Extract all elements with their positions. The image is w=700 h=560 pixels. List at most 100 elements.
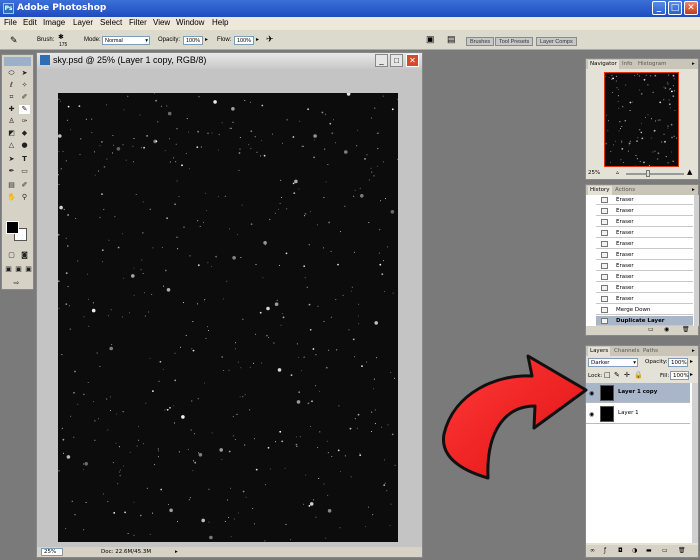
zoom-icon[interactable]: ⚲: [19, 193, 30, 202]
zoom-out-icon[interactable]: ▵: [616, 169, 619, 176]
close-icon[interactable]: ✕: [684, 1, 698, 15]
new-document-icon[interactable]: ▭: [648, 326, 654, 333]
starry-sky-image[interactable]: [58, 93, 398, 542]
layer-row-selected[interactable]: ◉ Layer 1 copy: [586, 383, 690, 403]
status-arrow-icon[interactable]: ▸: [175, 547, 178, 557]
well-layer-comps[interactable]: Layer Comps: [536, 37, 577, 46]
history-item-selected[interactable]: Duplicate Layer: [596, 316, 693, 326]
tab-histogram[interactable]: Histogram: [636, 60, 669, 69]
navigator-thumbnail[interactable]: [604, 72, 679, 167]
tab-channels[interactable]: Channels: [612, 347, 641, 356]
fill-arrow-icon[interactable]: ▸: [690, 371, 693, 378]
eyedropper-icon[interactable]: ✐: [19, 181, 30, 190]
history-item[interactable]: Eraser: [596, 206, 693, 216]
history-item[interactable]: Eraser: [596, 195, 693, 205]
screen-mode-full-icon[interactable]: ▣: [23, 265, 34, 274]
layers-scrollbar[interactable]: [692, 383, 698, 543]
brush-preview-icon[interactable]: ✱: [58, 33, 64, 41]
clone-stamp-icon[interactable]: ♙: [6, 117, 17, 126]
zoom-in-icon[interactable]: ▲: [687, 168, 692, 176]
lock-all-icon[interactable]: 🔒: [634, 371, 643, 379]
doc-maximize-icon[interactable]: □: [390, 54, 403, 67]
minimize-icon[interactable]: _: [652, 1, 666, 15]
jump-to-imageready-icon[interactable]: ⇨: [11, 279, 22, 288]
hand-icon[interactable]: ✋: [6, 193, 17, 202]
doc-close-icon[interactable]: ✕: [406, 54, 419, 67]
opacity-arrow-icon[interactable]: ▸: [205, 36, 208, 43]
layers-opacity-arrow-icon[interactable]: ▸: [690, 358, 693, 365]
layers-opacity-input[interactable]: 100%: [668, 358, 688, 367]
palette-icon[interactable]: ▤: [447, 34, 456, 45]
history-item[interactable]: Eraser: [596, 239, 693, 249]
foreground-color-swatch-top[interactable]: [6, 221, 19, 234]
layer-mask-icon[interactable]: ◘: [618, 547, 623, 554]
type-icon[interactable]: T: [19, 155, 30, 164]
path-select-icon[interactable]: ➤: [6, 155, 17, 164]
menu-edit[interactable]: Edit: [23, 18, 37, 27]
zoom-slider[interactable]: [626, 173, 684, 175]
lock-image-icon[interactable]: ✎: [614, 371, 620, 379]
healing-brush-icon[interactable]: ✚: [6, 105, 17, 114]
airbrush-icon[interactable]: ✈: [266, 34, 274, 45]
shape-icon[interactable]: ▭: [19, 167, 30, 176]
tab-navigator[interactable]: Navigator: [588, 60, 619, 69]
tab-paths[interactable]: Paths: [641, 347, 660, 356]
crop-icon[interactable]: ⌗: [6, 93, 17, 102]
mode-select[interactable]: Normal ▾: [102, 36, 150, 45]
move-icon[interactable]: ➤: [19, 69, 30, 78]
brush-icon[interactable]: ✎: [19, 105, 30, 114]
file-browser-icon[interactable]: ▣: [426, 34, 435, 45]
slice-icon[interactable]: ✐: [19, 93, 30, 102]
menu-filter[interactable]: Filter: [129, 18, 147, 27]
new-group-icon[interactable]: ▬: [646, 547, 652, 554]
delete-layer-icon[interactable]: 🗑: [678, 547, 686, 554]
brush-tool-icon[interactable]: ✎: [10, 35, 18, 46]
history-item[interactable]: Eraser: [596, 250, 693, 260]
well-brushes[interactable]: Brushes: [466, 37, 495, 46]
opacity-input[interactable]: 100%: [183, 36, 203, 45]
tab-history[interactable]: History: [588, 186, 612, 195]
history-item[interactable]: Eraser: [596, 283, 693, 293]
maximize-icon[interactable]: □: [668, 1, 682, 15]
history-item[interactable]: Eraser: [596, 272, 693, 282]
menu-view[interactable]: View: [153, 18, 170, 27]
dodge-icon[interactable]: ●: [19, 141, 30, 150]
notes-icon[interactable]: ▤: [6, 181, 17, 190]
standard-mode-icon[interactable]: ▢: [6, 251, 17, 260]
eraser-icon[interactable]: ◩: [6, 129, 17, 138]
lock-position-icon[interactable]: ✛: [624, 371, 630, 379]
fill-input[interactable]: 100%: [670, 371, 689, 380]
gradient-icon[interactable]: ◆: [19, 129, 30, 138]
lock-transparent-icon[interactable]: □: [604, 371, 611, 379]
history-menu-icon[interactable]: ▸: [690, 186, 697, 195]
link-layers-icon[interactable]: ∞: [590, 547, 595, 554]
history-item[interactable]: Eraser: [596, 261, 693, 271]
tab-actions[interactable]: Actions: [613, 186, 637, 195]
pen-icon[interactable]: ✒: [6, 167, 17, 176]
new-snapshot-icon[interactable]: ◉: [664, 326, 669, 333]
history-item[interactable]: Eraser: [596, 217, 693, 227]
blur-icon[interactable]: △: [6, 141, 17, 150]
quick-mask-icon[interactable]: ◙: [19, 251, 30, 260]
menu-layer[interactable]: Layer: [73, 18, 93, 27]
menu-image[interactable]: Image: [43, 18, 65, 27]
menu-help[interactable]: Help: [212, 18, 228, 27]
history-scrollbar[interactable]: [694, 195, 699, 326]
adjustment-layer-icon[interactable]: ◑: [632, 547, 637, 554]
history-brush-icon[interactable]: ✑: [19, 117, 30, 126]
menu-window[interactable]: Window: [176, 18, 204, 27]
lasso-icon[interactable]: ℓ: [6, 81, 17, 90]
history-item[interactable]: Merge Down: [596, 305, 693, 315]
menu-file[interactable]: File: [4, 18, 17, 27]
layer-row[interactable]: ◉ Layer 1: [586, 404, 690, 424]
doc-minimize-icon[interactable]: _: [375, 54, 388, 67]
well-tool-presets[interactable]: Tool Presets: [495, 37, 534, 46]
canvas-area[interactable]: [37, 69, 422, 547]
history-item[interactable]: Eraser: [596, 228, 693, 238]
flow-input[interactable]: 100%: [234, 36, 254, 45]
new-layer-icon[interactable]: ▭: [662, 547, 668, 554]
magic-wand-icon[interactable]: ✧: [19, 81, 30, 90]
layer-style-icon[interactable]: ƒ: [604, 547, 606, 554]
flow-arrow-icon[interactable]: ▸: [256, 36, 259, 43]
trash-icon[interactable]: 🗑: [682, 326, 690, 333]
